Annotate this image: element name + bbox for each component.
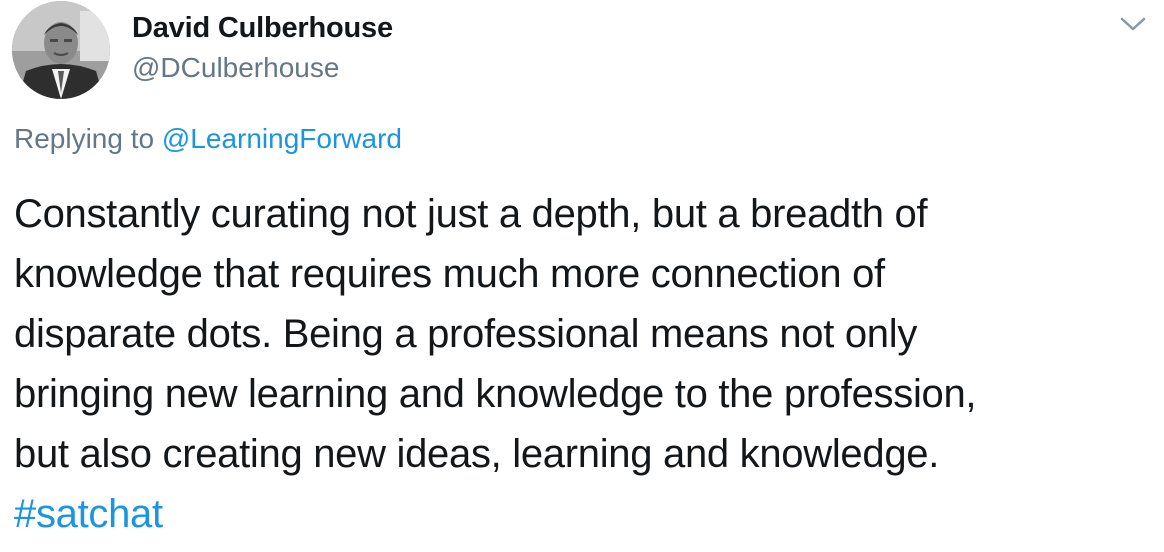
reply-target-link[interactable]: @LearningForward [162,123,402,154]
author-block: David Culberhouse @DCulberhouse [132,10,393,86]
tweet-text-line: Constantly curating not just a depth, bu… [14,192,928,236]
tweet-text-line: but also creating new ideas, learning an… [14,432,940,476]
replying-to-label: Replying to [14,123,155,154]
chevron-down-icon [1120,17,1146,31]
tweet-text-line: disparate dots. Being a professional mea… [14,312,918,356]
tweet-text: Constantly curating not just a depth, bu… [14,184,1154,544]
tweet-card: David Culberhouse @DCulberhouse Replying… [0,0,1164,552]
replying-to: Replying to @LearningForward [14,121,402,157]
tweet-menu-button[interactable] [1118,12,1148,36]
hashtag-link[interactable]: #satchat [14,484,1154,544]
user-handle[interactable]: @DCulberhouse [132,50,393,86]
tweet-text-line: bringing new learning and knowledge to t… [14,372,977,416]
display-name[interactable]: David Culberhouse [132,10,393,46]
tweet-text-line: knowledge that requires much more connec… [14,252,885,296]
avatar[interactable] [12,1,110,99]
profile-photo-icon [12,1,110,99]
